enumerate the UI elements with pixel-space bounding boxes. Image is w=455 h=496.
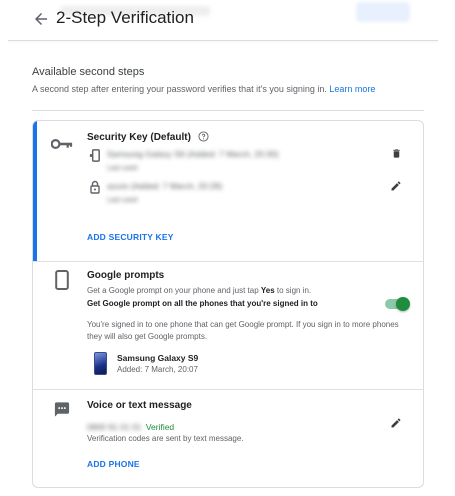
- description-text: A second step after entering your passwo…: [32, 84, 327, 94]
- default-method-accent-bar: [33, 121, 37, 261]
- prompts-desc-bold: Yes: [260, 286, 275, 295]
- all-phones-toggle[interactable]: [385, 297, 410, 311]
- security-key-title-text: Security Key (Default): [87, 132, 191, 143]
- card-separator-2: [33, 389, 423, 390]
- voice-text-title: Voice or text message: [87, 400, 192, 411]
- prompts-desc-suffix: to sign in.: [274, 286, 312, 295]
- edit-phone-pencil-icon[interactable]: [390, 417, 402, 429]
- device-name: Samsung Galaxy S9: [117, 353, 199, 363]
- page-header: 2-Step Verification: [0, 6, 440, 38]
- message-icon: [54, 402, 70, 417]
- page-title: 2-Step Verification: [56, 8, 194, 27]
- edit-pencil-icon[interactable]: [390, 180, 402, 192]
- all-phones-setting-label: Get Google prompt on all the phones that…: [87, 299, 318, 308]
- add-phone-link[interactable]: ADD PHONE: [87, 459, 140, 469]
- section-divider: [32, 110, 424, 111]
- security-key-title: Security Key (Default): [87, 131, 209, 143]
- help-icon[interactable]: [198, 131, 209, 142]
- phone-number-row: 0800 91 01 01 Verified: [87, 417, 174, 435]
- google-prompts-title: Google prompts: [87, 270, 165, 281]
- phone-number: 0800 91 01 01: [87, 422, 142, 432]
- security-key-2-detail: Last used: [107, 197, 138, 204]
- second-steps-card: Security Key (Default) Samsung Galaxy S9…: [32, 120, 424, 488]
- lock-key-icon: [90, 180, 100, 194]
- security-key-2-name: azure (Added: 7 March, 20:28): [107, 181, 223, 191]
- card-separator-1: [33, 261, 423, 262]
- prompts-desc-prefix: Get a Google prompt on your phone and ju…: [87, 286, 261, 295]
- section-description: A second step after entering your passwo…: [32, 84, 375, 94]
- key-icon: [51, 139, 73, 149]
- device-added-date: Added: 7 March, 20:07: [117, 365, 198, 374]
- toggle-knob: [396, 297, 410, 311]
- add-security-key-link[interactable]: ADD SECURITY KEY: [87, 232, 174, 242]
- google-prompts-description: Get a Google prompt on your phone and ju…: [87, 286, 311, 295]
- usb-key-icon: [89, 149, 100, 162]
- back-arrow-icon[interactable]: [32, 10, 50, 28]
- header-divider: [8, 40, 438, 41]
- prompts-info-line-1: You're signed in to one phone that can g…: [87, 320, 399, 329]
- learn-more-link[interactable]: Learn more: [329, 84, 375, 94]
- security-key-1-detail: Last used: [107, 165, 138, 172]
- device-phone-image: [94, 352, 107, 375]
- phone-icon: [55, 270, 69, 290]
- section-heading: Available second steps: [32, 66, 145, 78]
- trash-icon[interactable]: [391, 147, 402, 160]
- voice-text-note: Verification codes are sent by text mess…: [87, 434, 244, 443]
- security-key-1-name: Samsung Galaxy S9 (Added: 7 March, 20:30…: [107, 149, 279, 159]
- verified-status: Verified: [145, 422, 175, 432]
- prompts-info-line-2: they will also get Google prompts.: [87, 332, 208, 341]
